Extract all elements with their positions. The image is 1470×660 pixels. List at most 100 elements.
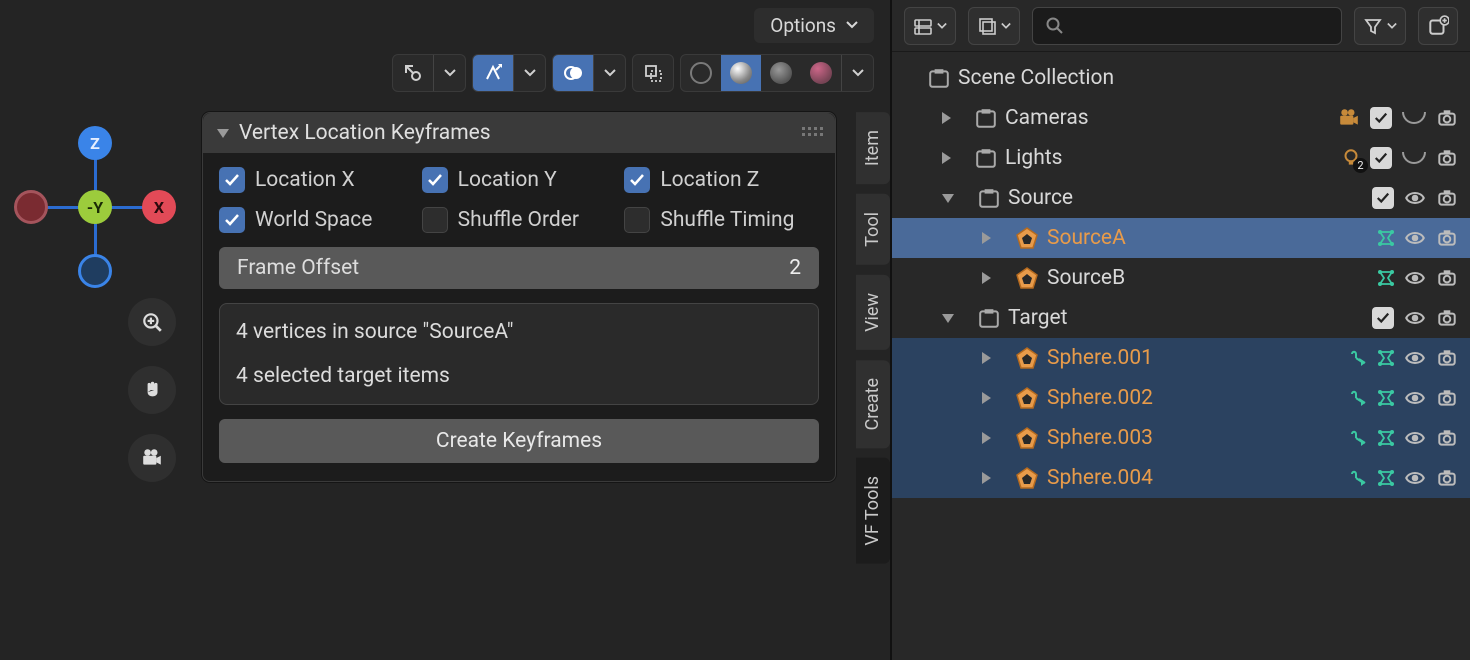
filter-dropdown[interactable] [1354,7,1406,45]
gizmo-neg-x-handle[interactable] [14,190,48,224]
check-shuffle-order[interactable]: Shuffle Order [422,207,617,233]
expand-triangle-icon[interactable] [982,392,991,404]
collapse-triangle-icon[interactable] [942,314,954,323]
pan-button[interactable] [128,366,176,414]
gizmo-dropdown[interactable] [513,55,545,91]
render-visibility-icon[interactable] [1436,147,1458,169]
panel-drag-grip[interactable] [802,127,823,136]
outliner-tree: Scene Collection Cameras Lights [892,52,1470,504]
tree-row-source-a[interactable]: SourceA [892,218,1470,258]
check-location-z[interactable]: Location Z [624,167,819,193]
gizmo-toggle[interactable] [473,55,513,91]
tree-row-target[interactable]: Target [892,298,1470,338]
viewport-visibility-icon[interactable] [1404,467,1426,489]
tree-row-source[interactable]: Source [892,178,1470,218]
check-location-y[interactable]: Location Y [422,167,617,193]
zoom-button[interactable] [128,298,176,346]
expand-triangle-icon[interactable] [982,352,991,364]
render-visibility-icon[interactable] [1436,227,1458,249]
tree-row-sphere-001[interactable]: Sphere.001 [892,338,1470,378]
exclude-checkbox[interactable] [1372,307,1394,329]
check-shuffle-timing[interactable]: Shuffle Timing [624,207,819,233]
viewport-visibility-icon[interactable] [1404,347,1426,369]
panel-header[interactable]: Vertex Location Keyframes [203,113,835,153]
create-keyframes-button[interactable]: Create Keyframes [219,419,819,463]
tree-row-lights[interactable]: Lights 2 [892,138,1470,178]
render-visibility-icon[interactable] [1436,267,1458,289]
selectability-dropdown[interactable] [433,55,465,91]
render-visibility-icon[interactable] [1436,347,1458,369]
hide-in-viewport-icon[interactable] [1402,112,1426,124]
shading-dropdown[interactable] [841,55,873,91]
tree-row-cameras[interactable]: Cameras [892,98,1470,138]
overlay-dropdown[interactable] [593,55,625,91]
check-location-x[interactable]: Location X [219,167,414,193]
tree-row-sphere-002[interactable]: Sphere.002 [892,378,1470,418]
selectability-button[interactable] [393,55,433,91]
expand-triangle-icon[interactable] [942,152,951,164]
display-mode-dropdown[interactable] [904,7,956,45]
exclude-checkbox[interactable] [1370,147,1392,169]
tab-vf-tools[interactable]: VF Tools [856,458,890,564]
render-visibility-icon[interactable] [1436,427,1458,449]
tab-item[interactable]: Item [856,112,890,184]
new-collection-button[interactable] [1418,7,1458,45]
check-world-space[interactable]: World Space [219,207,414,233]
render-visibility-icon[interactable] [1436,107,1458,129]
expand-triangle-icon[interactable] [982,472,991,484]
tab-tool[interactable]: Tool [856,194,890,265]
gizmo-y-handle[interactable]: -Y [78,190,112,224]
frame-offset-field[interactable]: Frame Offset 2 [219,247,819,289]
overlay-toggle[interactable] [553,55,593,91]
gizmo-z-handle[interactable]: Z [78,126,112,160]
camera-view-button[interactable] [128,434,176,482]
render-visibility-icon[interactable] [1436,387,1458,409]
tab-view[interactable]: View [856,275,890,350]
gizmo-neg-z-handle[interactable] [78,254,112,288]
options-label: Options [770,14,836,37]
shading-rendered[interactable] [801,55,841,91]
mesh-icon [1015,426,1039,450]
info-line-1: 4 vertices in source "SourceA" [236,320,802,344]
shading-solid[interactable] [721,55,761,91]
tab-create[interactable]: Create [856,360,890,448]
mesh-icon [1015,346,1039,370]
tree-row-scene-collection[interactable]: Scene Collection [892,58,1470,98]
row-toggles [1404,347,1458,369]
modifier-icon [1376,348,1396,368]
expand-triangle-icon[interactable] [982,232,991,244]
viewport-visibility-icon[interactable] [1404,427,1426,449]
render-visibility-icon[interactable] [1436,467,1458,489]
hide-in-viewport-icon[interactable] [1402,152,1426,164]
gizmo-x-handle[interactable]: X [142,190,176,224]
view-layer-dropdown[interactable] [968,7,1020,45]
tree-row-sphere-003[interactable]: Sphere.003 [892,418,1470,458]
viewport-visibility-icon[interactable] [1404,307,1426,329]
expand-triangle-icon[interactable] [982,272,991,284]
outliner-panel: Scene Collection Cameras Lights [890,0,1470,660]
tree-row-source-b[interactable]: SourceB [892,258,1470,298]
viewport-visibility-icon[interactable] [1404,387,1426,409]
expand-triangle-icon[interactable] [982,432,991,444]
viewport-visibility-icon[interactable] [1404,267,1426,289]
tree-row-sphere-004[interactable]: Sphere.004 [892,458,1470,498]
shading-wireframe[interactable] [681,55,721,91]
render-visibility-icon[interactable] [1436,307,1458,329]
collapse-triangle-icon[interactable] [942,194,954,203]
exclude-checkbox[interactable] [1370,107,1392,129]
xray-toggle[interactable] [633,55,673,91]
options-dropdown[interactable]: Options [754,8,874,43]
search-icon [1045,16,1065,36]
viewport-visibility-icon[interactable] [1404,227,1426,249]
viewport-visibility-icon[interactable] [1404,187,1426,209]
render-visibility-icon[interactable] [1436,187,1458,209]
expand-triangle-icon[interactable] [942,112,951,124]
shading-material[interactable] [761,55,801,91]
exclude-checkbox[interactable] [1372,187,1394,209]
outliner-search[interactable] [1032,7,1342,45]
viewport-header: Options [0,0,890,50]
orientation-gizmo[interactable]: Z X -Y [18,130,173,285]
viewport-area: Options Z X [0,0,890,660]
constraint-icon [1348,468,1368,488]
modifier-icon [1376,388,1396,408]
